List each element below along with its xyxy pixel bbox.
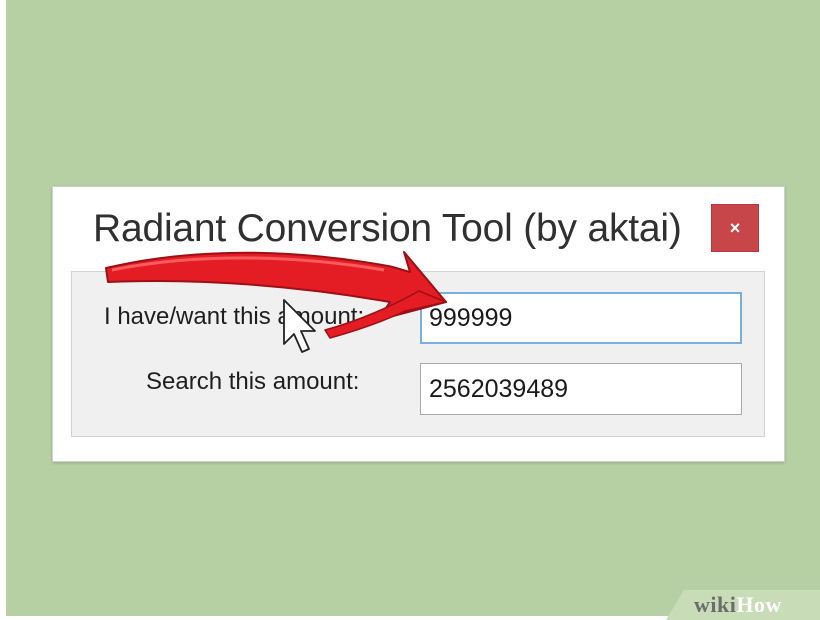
close-button[interactable]: × <box>711 204 759 252</box>
window-title: Radiant Conversion Tool (by aktai) <box>93 207 682 250</box>
search-amount-label: Search this amount: <box>146 368 360 395</box>
form-panel: I have/want this amount: Search this amo… <box>71 271 765 437</box>
watermark-text: wikiHow <box>694 592 782 618</box>
watermark-wiki: wiki <box>694 592 737 617</box>
wikihow-watermark: wikiHow <box>666 590 820 620</box>
screenshot-canvas: Radiant Conversion Tool (by aktai) × I h… <box>0 0 820 620</box>
watermark-how: How <box>736 592 782 617</box>
have-want-amount-label: I have/want this amount: <box>104 303 365 330</box>
conversion-tool-window: Radiant Conversion Tool (by aktai) × I h… <box>52 186 785 462</box>
search-amount-input[interactable] <box>420 363 742 415</box>
have-want-amount-input[interactable] <box>420 292 742 344</box>
